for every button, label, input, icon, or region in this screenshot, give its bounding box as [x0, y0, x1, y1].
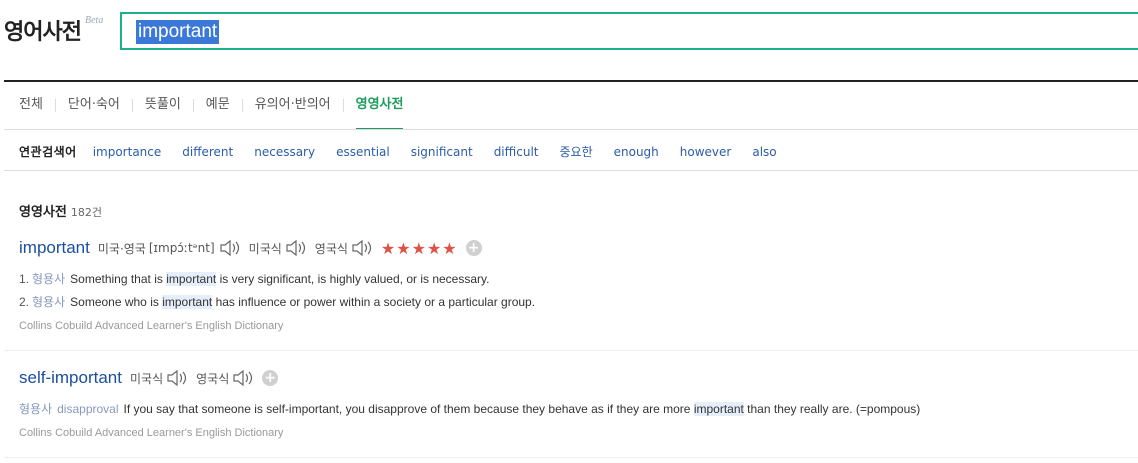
definition-line: 2. 형용사 Someone who is important has influe… [19, 293, 535, 310]
region-label: 미국·영국 [97, 241, 146, 256]
us-label: 미국식 [129, 371, 164, 386]
tab-words-idioms[interactable]: 단어·숙어 [68, 95, 120, 129]
related-search-link[interactable]: also [752, 145, 776, 159]
dictionary-source: Collins Cobuild Advanced Learner's Engli… [19, 427, 284, 439]
speaker-icon[interactable] [166, 369, 188, 387]
entry-header: self-important 미국식 영국식 + [19, 368, 279, 388]
tab-bar: 전체 단어·숙어 뜻풀이 예문 유의어·반의어 영영사전 [19, 95, 403, 130]
related-search-link[interactable]: necessary [254, 145, 315, 159]
uk-label: 영국식 [314, 241, 348, 256]
related-search-link[interactable]: different [182, 145, 233, 159]
def-number: 2. [19, 295, 30, 309]
related-search-link[interactable]: difficult [494, 145, 539, 159]
related-search-link[interactable]: however [680, 145, 732, 159]
plus-icon[interactable]: + [262, 370, 279, 386]
section-title-text: 영영사전 [19, 205, 67, 220]
related-search-link[interactable]: 중요한 [559, 143, 592, 160]
def-highlight: important [693, 402, 744, 416]
search-box[interactable]: important [120, 12, 1138, 50]
tabs-divider [4, 129, 1138, 130]
speaker-icon[interactable] [351, 239, 373, 257]
related-searches-label: 연관검색어 [19, 145, 77, 159]
result-count: 182건 [70, 206, 102, 219]
dictionary-source: Collins Cobuild Advanced Learner's Engli… [19, 320, 284, 332]
uk-label: 영국식 [196, 371, 230, 386]
tab-examples[interactable]: 예문 [206, 95, 230, 129]
tab-separator [54, 98, 56, 112]
pronunciation: [ɪmpɔ́ːtᵊnt] [148, 241, 215, 255]
app-logo[interactable]: 영어사전 [4, 14, 82, 46]
part-of-speech: 형용사 [32, 295, 66, 309]
usage-tag: disapproval [57, 402, 119, 416]
headword-link[interactable]: important [19, 238, 90, 258]
entry-header: important 미국·영국 [ɪmpɔ́ːtᵊnt] 미국식 영국식 ★★★… [19, 238, 482, 258]
tab-separator [192, 98, 194, 112]
headword-link[interactable]: self-important [19, 368, 122, 388]
def-text: than they really are. (=pompous) [743, 402, 921, 416]
tab-separator [342, 98, 344, 112]
def-number: 1. [19, 272, 30, 286]
search-input[interactable]: important [136, 20, 220, 44]
definition-line: 형용사 disapproval If you say that someone is… [19, 400, 920, 417]
related-search-link[interactable]: essential [336, 145, 390, 159]
def-text: Someone who is [70, 295, 163, 309]
importance-stars: ★★★★★ [380, 238, 458, 258]
section-title: 영영사전 182건 [19, 201, 102, 220]
definition-line: 1. 형용사 Something that is important is very… [19, 270, 489, 287]
def-text: If you say that someone is self-importan… [123, 402, 694, 416]
entry-divider [4, 457, 1138, 458]
def-highlight: important [162, 295, 213, 309]
tab-separator [241, 98, 243, 112]
entry-divider [4, 350, 1138, 351]
speaker-icon[interactable] [219, 239, 241, 257]
beta-label: Beta [85, 15, 104, 26]
header-divider [4, 80, 1138, 82]
related-search-link[interactable]: enough [614, 145, 659, 159]
tab-separator [131, 98, 133, 112]
def-text: Something that is [70, 272, 167, 286]
def-highlight: important [166, 272, 217, 286]
def-text: has influence or power within a society … [212, 295, 536, 309]
related-search-link[interactable]: importance [93, 145, 162, 159]
related-search-link[interactable]: significant [411, 145, 473, 159]
part-of-speech: 형용사 [32, 272, 66, 286]
tab-all[interactable]: 전체 [19, 95, 43, 129]
part-of-speech: 형용사 [19, 402, 53, 416]
tab-english-english[interactable]: 영영사전 [355, 95, 403, 130]
related-searches: 연관검색어 importance different necessary ess… [19, 143, 798, 160]
tab-synonyms-antonyms[interactable]: 유의어·반의어 [255, 95, 331, 129]
tab-meanings[interactable]: 뜻풀이 [145, 95, 181, 129]
speaker-icon[interactable] [285, 239, 307, 257]
def-text: is very significant, is highly valued, o… [216, 272, 490, 286]
related-divider [4, 170, 1138, 171]
speaker-icon[interactable] [232, 369, 254, 387]
us-label: 미국식 [248, 241, 282, 256]
plus-icon[interactable]: + [465, 240, 482, 256]
